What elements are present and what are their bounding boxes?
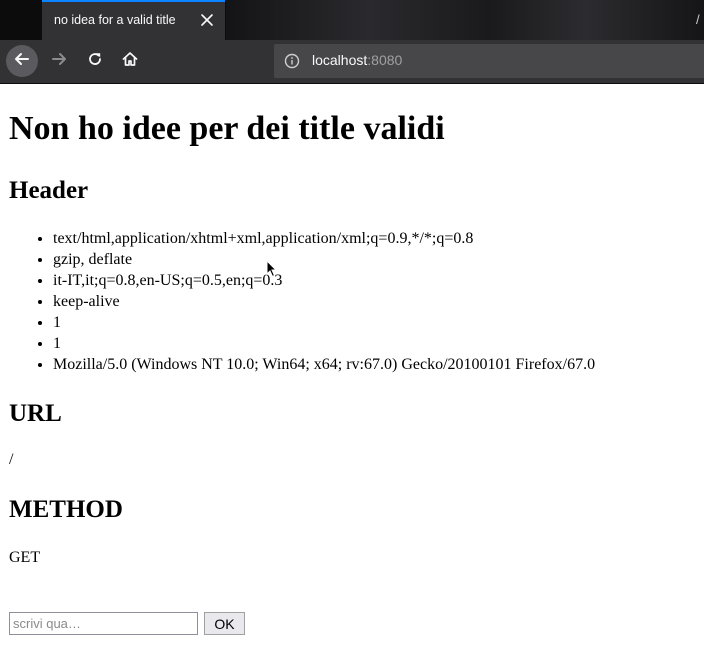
url-heading: URL bbox=[9, 400, 62, 427]
reload-button[interactable] bbox=[80, 46, 110, 76]
url-value: / bbox=[9, 451, 14, 468]
home-button[interactable] bbox=[115, 46, 145, 76]
tab-active[interactable]: no idea for a valid title bbox=[42, 0, 225, 40]
address-host: localhost bbox=[312, 52, 368, 68]
list-item: 1 bbox=[53, 312, 595, 333]
text-input[interactable] bbox=[9, 612, 198, 635]
address-bar[interactable]: localhost:8080 bbox=[274, 44, 704, 78]
page-title: Non ho idee per dei title validi bbox=[9, 110, 445, 147]
home-icon bbox=[121, 50, 139, 73]
tab-strip-background bbox=[226, 0, 704, 40]
forward-arrow-icon bbox=[50, 50, 68, 73]
navigation-toolbar: localhost:8080 bbox=[0, 40, 704, 84]
mouse-cursor-icon bbox=[266, 259, 278, 278]
address-port: :8080 bbox=[367, 52, 403, 68]
info-icon[interactable] bbox=[284, 53, 300, 69]
list-item: text/html,application/xhtml+xml,applicat… bbox=[53, 228, 595, 249]
list-item: it-IT,it;q=0.8,en-US;q=0.5,en;q=0.3 bbox=[53, 270, 595, 291]
forward-button[interactable] bbox=[44, 46, 74, 76]
header-list: text/html,application/xhtml+xml,applicat… bbox=[9, 228, 595, 375]
list-item: 1 bbox=[53, 333, 595, 354]
tab-overflow-glyph: / bbox=[696, 12, 700, 27]
method-value: GET bbox=[9, 549, 41, 566]
reload-icon bbox=[86, 50, 104, 73]
list-item: keep-alive bbox=[53, 291, 595, 312]
list-item: Mozilla/5.0 (Windows NT 10.0; Win64; x64… bbox=[53, 354, 595, 375]
back-button[interactable] bbox=[6, 45, 38, 77]
tab-title: no idea for a valid title bbox=[54, 13, 176, 27]
tab-strip: no idea for a valid title / bbox=[0, 0, 704, 40]
close-icon[interactable] bbox=[198, 11, 216, 29]
list-item: gzip, deflate bbox=[53, 249, 595, 270]
back-arrow-icon bbox=[13, 50, 31, 73]
address-text[interactable]: localhost:8080 bbox=[312, 52, 402, 68]
method-heading: METHOD bbox=[9, 496, 123, 523]
header-heading: Header bbox=[9, 177, 89, 204]
ok-button[interactable]: OK bbox=[204, 612, 245, 635]
